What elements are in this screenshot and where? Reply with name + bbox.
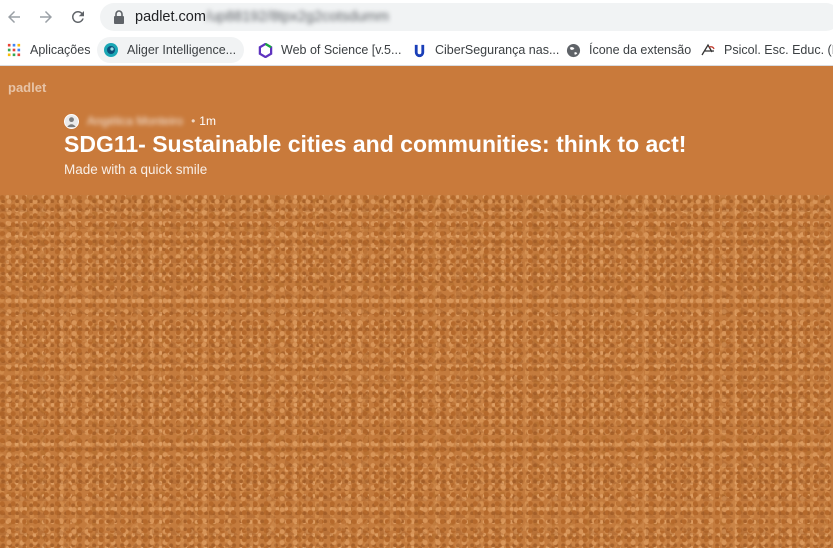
padlet-header: padlet Angélica Monteiro • 1m SDG11- Sus… [0, 66, 833, 195]
bookmark-aliger[interactable]: Aliger Intelligence... [97, 37, 245, 63]
bookmark-apps[interactable]: Aplicações [6, 37, 90, 63]
padlet-page: padlet Angélica Monteiro • 1m SDG11- Sus… [0, 66, 833, 548]
separator-dot: • [191, 114, 196, 128]
bookmark-label: CiberSegurança nas... [435, 43, 560, 57]
reload-button[interactable] [66, 5, 90, 29]
bookmark-label: Aliger Intelligence... [127, 43, 237, 57]
corkboard-canvas[interactable] [0, 195, 833, 548]
author-row: Angélica Monteiro • 1m [64, 113, 216, 129]
bookmark-label: Ícone da extensão [589, 43, 692, 57]
apps-grid-icon [6, 42, 22, 58]
bookmark-psicol[interactable]: Psicol. Esc. Educ. (I... [700, 37, 833, 63]
page-subtitle: Made with a quick smile [64, 162, 208, 177]
aliger-icon [103, 42, 119, 58]
bookmark-ciberseguranca[interactable]: CiberSegurança nas... [411, 37, 559, 63]
padlet-logo[interactable]: padlet [8, 80, 46, 95]
bookmark-web-of-science[interactable]: Web of Science [v.5... [257, 37, 401, 63]
bookmarks-bar: Aplicações Aliger Intelligence... Web of… [0, 34, 833, 66]
address-bar[interactable]: padlet.com /up88192/8tpx2g2cotsdumm [100, 3, 833, 31]
bookmark-label: Psicol. Esc. Educ. (I... [724, 43, 833, 57]
globe-icon [565, 42, 581, 58]
psicol-icon [700, 42, 716, 58]
bookmark-extension[interactable]: Ícone da extensão [565, 37, 691, 63]
arrow-left-icon [8, 11, 20, 23]
reload-icon [71, 10, 84, 23]
page-title: SDG11- Sustainable cities and communitie… [64, 131, 687, 157]
back-button[interactable] [2, 5, 26, 29]
browser-toolbar: padlet.com /up88192/8tpx2g2cotsdumm [0, 0, 833, 34]
bookmark-label: Aplicações [30, 43, 91, 57]
timestamp: 1m [199, 114, 216, 128]
avatar[interactable] [64, 113, 79, 129]
forward-button[interactable] [34, 5, 58, 29]
author-name[interactable]: Angélica Monteiro [87, 114, 183, 128]
lock-icon [113, 10, 125, 24]
web-of-science-icon [257, 42, 273, 58]
url-host: padlet.com [135, 9, 206, 25]
bookmark-label: Web of Science [v.5... [281, 43, 402, 57]
arrow-right-icon [40, 11, 52, 23]
ciberseguranca-icon [411, 42, 427, 58]
url-path: /up88192/8tpx2g2cotsdumm [205, 9, 389, 25]
